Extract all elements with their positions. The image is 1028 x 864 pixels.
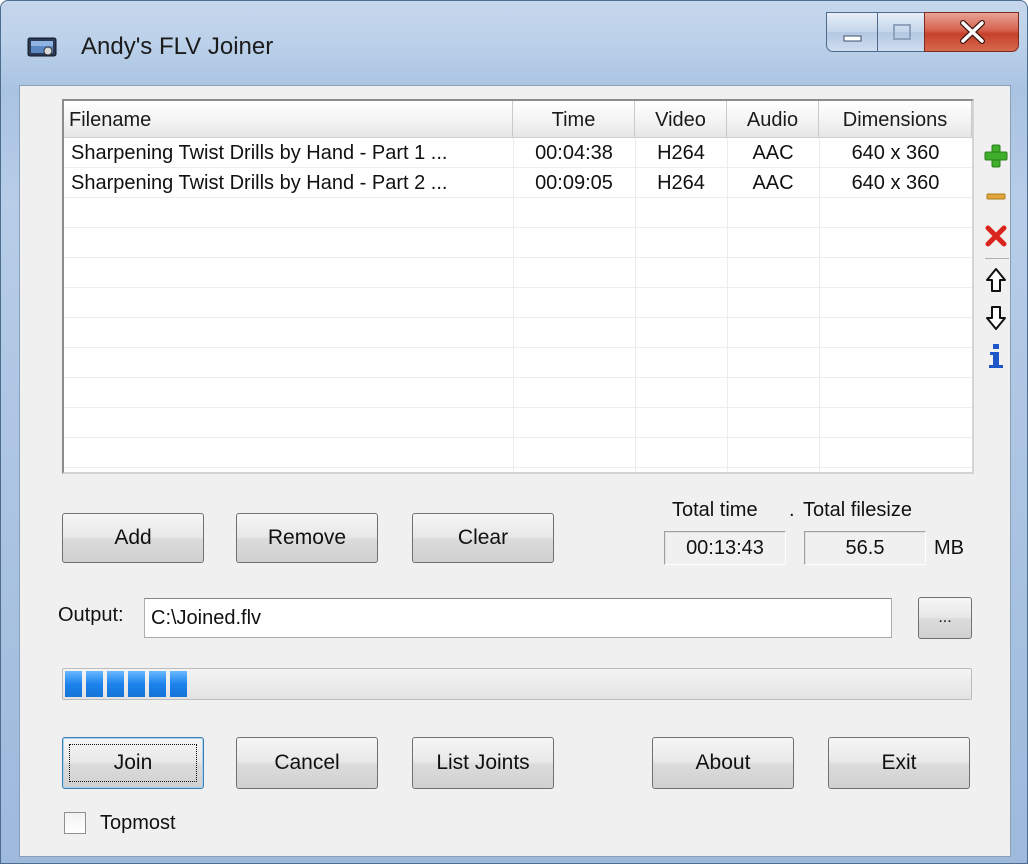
move-up-icon[interactable]: [982, 266, 1010, 294]
cell-video: H264: [657, 172, 705, 194]
size-unit: MB: [934, 537, 964, 559]
totals-separator: .: [789, 499, 795, 521]
cell-audio: AAC: [752, 172, 794, 194]
total-time-value: 00:13:43: [664, 531, 786, 565]
empty-row: [64, 378, 972, 408]
file-list[interactable]: Filename Time Video Audio Dimensions Sha…: [62, 99, 974, 474]
cell-filename: Sharpening Twist Drills by Hand - Part 2…: [71, 172, 448, 194]
progress-chunk: [86, 671, 103, 697]
client-area: Filename Time Video Audio Dimensions Sha…: [19, 85, 1011, 857]
total-filesize-label: Total filesize: [803, 499, 912, 521]
app-window: Andy's FLV Joiner Filename Time Video Au…: [0, 0, 1028, 864]
minimize-icon: [843, 35, 862, 42]
empty-row: [64, 228, 972, 258]
plus-icon[interactable]: [982, 142, 1010, 170]
column-header-time[interactable]: Time: [513, 101, 635, 137]
app-icon: [27, 37, 57, 57]
list-joints-button[interactable]: List Joints: [412, 737, 554, 789]
cell-dimensions: 640 x 360: [851, 142, 940, 164]
remove-button[interactable]: Remove: [236, 513, 378, 563]
progress-chunk: [107, 671, 124, 697]
empty-row: [64, 438, 972, 468]
title-bar[interactable]: Andy's FLV Joiner: [1, 1, 1027, 87]
total-time-label: Total time: [672, 499, 758, 521]
caption-buttons: [826, 12, 1019, 52]
cell-video: H264: [657, 142, 705, 164]
progress-chunk: [128, 671, 145, 697]
empty-row: [64, 408, 972, 438]
column-header-audio[interactable]: Audio: [727, 101, 819, 137]
file-list-header: Filename Time Video Audio Dimensions: [64, 101, 972, 138]
about-button[interactable]: About: [652, 737, 794, 789]
add-button[interactable]: Add: [62, 513, 204, 563]
clear-button[interactable]: Clear: [412, 513, 554, 563]
window-title: Andy's FLV Joiner: [81, 33, 274, 60]
table-row[interactable]: Sharpening Twist Drills by Hand - Part 1…: [64, 138, 972, 168]
maximize-icon: [893, 24, 911, 40]
join-progress-bar: [62, 668, 972, 700]
empty-row: [64, 288, 972, 318]
topmost-checkbox[interactable]: [64, 812, 86, 834]
cell-dimensions: 640 x 360: [851, 172, 940, 194]
delete-icon[interactable]: [982, 222, 1010, 250]
table-row[interactable]: Sharpening Twist Drills by Hand - Part 2…: [64, 168, 972, 198]
move-down-icon[interactable]: [982, 304, 1010, 332]
cancel-button[interactable]: Cancel: [236, 737, 378, 789]
info-icon[interactable]: [982, 342, 1010, 370]
close-icon: [960, 20, 985, 44]
output-path-input[interactable]: [144, 598, 892, 638]
join-button-label: Join: [113, 751, 153, 774]
exit-button[interactable]: Exit: [828, 737, 970, 789]
cell-audio: AAC: [752, 142, 794, 164]
column-header-dimensions[interactable]: Dimensions: [819, 101, 972, 137]
progress-chunk: [65, 671, 82, 697]
column-header-video[interactable]: Video: [635, 101, 727, 137]
output-label: Output:: [58, 604, 124, 626]
empty-row: [64, 348, 972, 378]
close-button[interactable]: [924, 12, 1019, 52]
minus-icon[interactable]: [982, 182, 1010, 210]
tools-separator: [985, 258, 1009, 259]
topmost-label[interactable]: Topmost: [100, 812, 176, 835]
total-filesize-value: 56.5: [804, 531, 926, 565]
cell-time: 00:04:38: [535, 142, 613, 164]
maximize-button[interactable]: [877, 12, 925, 52]
empty-row: [64, 318, 972, 348]
progress-chunk: [170, 671, 187, 697]
empty-row: [64, 258, 972, 288]
cell-time: 00:09:05: [535, 172, 613, 194]
column-header-filename[interactable]: Filename: [64, 101, 513, 137]
join-button[interactable]: Join: [62, 737, 204, 789]
minimize-button[interactable]: [826, 12, 878, 52]
progress-fill: [65, 671, 192, 697]
progress-chunk: [149, 671, 166, 697]
cell-filename: Sharpening Twist Drills by Hand - Part 1…: [71, 142, 448, 164]
browse-button[interactable]: ...: [918, 597, 972, 639]
empty-row: [64, 198, 972, 228]
